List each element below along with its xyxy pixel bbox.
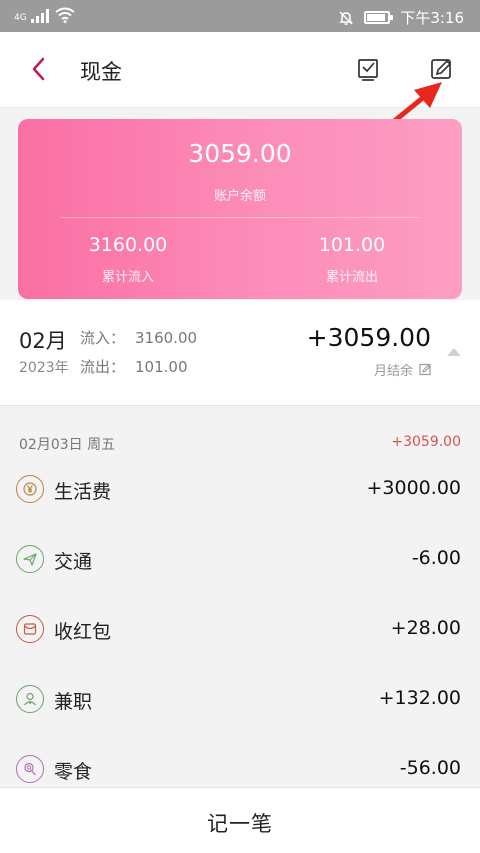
month-outflow: 流出： 101.00 <box>80 356 188 377</box>
month-outflow-value: 101.00 <box>135 358 188 376</box>
red-envelope-icon <box>16 615 44 643</box>
nav-bar: 现金 <box>0 32 480 108</box>
item-amount: +3000.00 <box>366 477 462 499</box>
add-record-label: 记一笔 <box>207 812 273 836</box>
month-summary[interactable]: 02月 2023年 流入： 3160.00 流出： 101.00 +3059.00 … <box>0 300 480 406</box>
item-name: 兼职 <box>54 691 93 713</box>
item-name: 收红包 <box>54 621 112 643</box>
total-inflow-value: 3160.00 <box>88 234 168 256</box>
checklist-icon[interactable] <box>356 56 382 82</box>
mute-bell-icon <box>339 10 354 25</box>
item-amount: +28.00 <box>390 617 461 639</box>
person-icon <box>16 685 44 713</box>
account-summary-card: 3059.00 账户余额 3160.00 累计流入 101.00 累计流出 <box>18 119 462 299</box>
day-header-date: 02月03日 周五 <box>19 437 116 453</box>
list-item[interactable]: 收红包 +28.00 <box>0 605 480 655</box>
year-label: 2023年 <box>19 360 69 376</box>
item-name: 生活费 <box>54 481 112 503</box>
month-inflow-label: 流入： <box>80 329 126 347</box>
month-label: 02月 <box>19 329 67 353</box>
month-outflow-label: 流出： <box>80 358 126 376</box>
item-name: 零食 <box>54 761 93 783</box>
edit-small-icon[interactable] <box>419 363 432 376</box>
month-inflow-value: 3160.00 <box>135 329 198 347</box>
month-balance-label: 月结余 <box>373 364 413 379</box>
item-amount: -6.00 <box>411 547 461 569</box>
network-type: 4G <box>14 13 27 23</box>
month-balance-label-group[interactable]: 月结余 <box>374 360 432 379</box>
status-bar: 4G 下午3:16 <box>0 0 480 32</box>
total-inflow-label: 累计流入 <box>101 270 154 285</box>
total-outflow-value: 101.00 <box>318 234 386 256</box>
account-balance: 3059.00 <box>188 139 292 168</box>
account-balance-label: 账户余额 <box>213 189 266 204</box>
list-item[interactable]: 交通 -6.00 <box>0 535 480 585</box>
item-amount: -56.00 <box>399 757 461 779</box>
paper-plane-icon <box>16 545 44 573</box>
status-left: 4G <box>14 7 75 23</box>
transaction-list: 02月03日 周五 +3059.00 生活费 +3000.00 交通 -6.00… <box>0 407 480 787</box>
total-outflow: 101.00 累计流出 <box>262 234 442 285</box>
lollipop-icon <box>16 755 44 783</box>
card-divider <box>60 217 420 218</box>
item-amount: +132.00 <box>378 687 461 709</box>
add-record-button[interactable]: 记一笔 <box>0 787 480 853</box>
total-outflow-label: 累计流出 <box>325 270 378 285</box>
month-inflow: 流入： 3160.00 <box>80 327 197 348</box>
edit-pencil-icon[interactable] <box>429 56 455 82</box>
page-title: 现金 <box>80 60 122 84</box>
signal-icon <box>30 9 49 23</box>
status-time: 下午3:16 <box>400 9 464 27</box>
back-chevron-icon[interactable] <box>26 54 56 84</box>
item-name: 交通 <box>54 551 93 573</box>
list-item[interactable]: 兼职 +132.00 <box>0 675 480 725</box>
battery-icon <box>364 11 394 24</box>
month-balance: +3059.00 <box>306 323 431 352</box>
wifi-icon <box>55 7 75 23</box>
status-right: 下午3:16 <box>338 7 464 28</box>
day-header-total: +3059.00 <box>391 434 461 450</box>
collapse-caret-icon[interactable] <box>447 348 461 356</box>
yen-icon <box>16 475 44 503</box>
total-inflow: 3160.00 累计流入 <box>38 234 218 285</box>
list-item[interactable]: 生活费 +3000.00 <box>0 465 480 515</box>
